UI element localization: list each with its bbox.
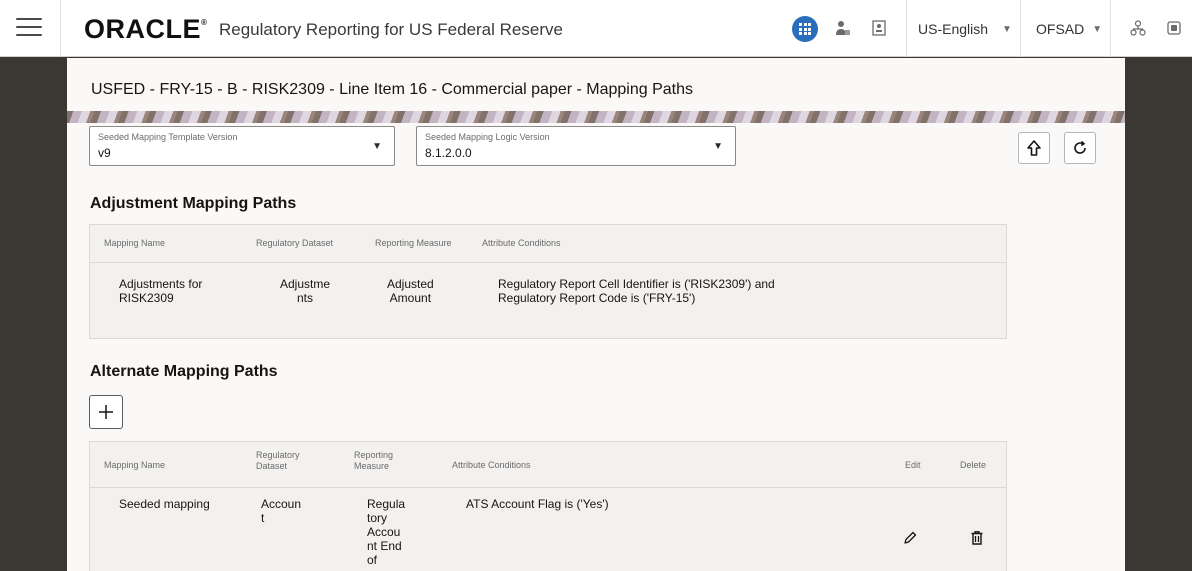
header-divider	[1020, 0, 1021, 57]
column-header: Reporting Measure	[354, 450, 393, 472]
language-select[interactable]: US-English ▼	[918, 16, 1012, 42]
cell-line: of	[367, 553, 378, 567]
oracle-logo: ORACLE®	[84, 14, 208, 44]
header-line: Measure	[354, 461, 390, 471]
header-line: Reporting	[354, 450, 394, 460]
trash-icon[interactable]	[967, 528, 987, 548]
measure-cell: Adjusted Amount	[387, 277, 434, 305]
chevron-down-icon: ▼	[1002, 23, 1012, 35]
column-header: Attribute Conditions	[482, 238, 561, 248]
column-header: Regulatory Dataset	[256, 238, 334, 248]
cell-line: Regulatory Report Code is ('FRY-15')	[498, 291, 696, 305]
adjustment-table: Mapping Name Regulatory Dataset Reportin…	[89, 224, 1007, 339]
cell-line: t	[261, 511, 265, 525]
mapping-name-cell: Seeded mapping	[119, 497, 210, 511]
cell-line: Regula	[367, 497, 406, 511]
header-divider	[906, 0, 907, 57]
cell-line: Accou	[367, 525, 401, 539]
cell-line: Adjustments for	[119, 277, 203, 291]
cell-line: Adjustme	[280, 277, 331, 291]
column-header: Delete	[960, 460, 987, 470]
column-header: Attribute Conditions	[452, 460, 531, 470]
plus-icon	[99, 405, 113, 419]
logic-version-select[interactable]: Seeded Mapping Logic Version 8.1.2.0.0 ▼	[416, 126, 736, 166]
user-menu[interactable]: OFSAD ▼	[1036, 16, 1102, 42]
refresh-button[interactable]	[1064, 132, 1096, 164]
refresh-icon	[1074, 140, 1086, 154]
page-title: USFED - FRY-15 - B - RISK2309 - Line Ite…	[91, 81, 694, 98]
column-header: Regulatory Dataset	[256, 450, 300, 472]
column-header: Mapping Name	[104, 238, 166, 248]
cell-line: Adjusted	[387, 277, 434, 291]
hamburger-menu-icon[interactable]	[16, 18, 42, 38]
window-icon[interactable]	[1160, 14, 1188, 42]
contact-card-icon[interactable]	[865, 14, 893, 42]
apps-grid-icon[interactable]	[792, 16, 818, 42]
template-version-label: Seeded Mapping Template Version	[98, 132, 238, 142]
edit-pencil-icon[interactable]	[900, 528, 920, 548]
logic-version-value: 8.1.2.0.0	[425, 146, 472, 160]
adjustment-section-title: Adjustment Mapping Paths	[90, 195, 297, 212]
column-header: Reporting Measure	[375, 238, 452, 248]
header-divider	[1110, 0, 1111, 57]
conditions-cell: Regulatory Report Cell Identifier is ('R…	[498, 277, 775, 305]
language-value: US-English	[918, 21, 989, 37]
column-header: Mapping Name	[104, 460, 166, 470]
app-title: Regulatory Reporting for US Federal Rese…	[219, 20, 563, 39]
decorative-band	[67, 111, 1125, 123]
cell-line: Regulatory Report Cell Identifier is ('R…	[498, 277, 775, 291]
right-margin	[1125, 58, 1192, 571]
column-header: Edit	[905, 460, 921, 470]
user-role-icon[interactable]	[829, 14, 857, 42]
alternate-table: Mapping Name Regulatory Dataset Reportin…	[89, 441, 1007, 571]
user-name: OFSAD	[1036, 21, 1085, 37]
cell-line: nt End	[367, 539, 402, 553]
dataset-cell: Adjustme nts	[280, 277, 330, 305]
left-margin	[0, 58, 67, 571]
chevron-down-icon: ▼	[1092, 23, 1103, 35]
conditions-cell: ATS Account Flag is ('Yes')	[466, 497, 609, 511]
cell-line: RISK2309	[119, 291, 174, 305]
alternate-section-title: Alternate Mapping Paths	[90, 363, 278, 380]
upload-button[interactable]	[1018, 132, 1050, 164]
table-header: Mapping Name Regulatory Dataset Reportin…	[90, 442, 1006, 488]
template-version-value: v9	[98, 146, 111, 160]
header-line: Regulatory	[256, 450, 300, 460]
top-header: ORACLE® Regulatory Reporting for US Fede…	[0, 0, 1192, 57]
arrow-up-icon	[1027, 140, 1041, 156]
add-mapping-button[interactable]	[89, 395, 123, 429]
mapping-name-cell: Adjustments for RISK2309	[119, 277, 202, 305]
template-version-select[interactable]: Seeded Mapping Template Version v9 ▼	[89, 126, 395, 166]
chevron-down-icon: ▼	[372, 141, 382, 152]
main-panel: USFED - FRY-15 - B - RISK2309 - Line Ite…	[67, 58, 1125, 571]
logic-version-label: Seeded Mapping Logic Version	[425, 132, 550, 142]
table-header: Mapping Name Regulatory Dataset Reportin…	[90, 225, 1006, 263]
dataset-cell: Accoun t	[261, 497, 301, 525]
network-icon[interactable]	[1124, 14, 1152, 42]
cell-line: nts	[297, 291, 314, 305]
chevron-down-icon: ▼	[713, 141, 723, 152]
cell-line: Accoun	[261, 497, 302, 511]
cell-line: Amount	[389, 291, 432, 305]
header-line: Dataset	[256, 461, 288, 471]
header-divider	[60, 0, 61, 57]
cell-line: tory	[367, 511, 388, 525]
measure-cell: Regula tory Accou nt End of	[367, 497, 405, 567]
